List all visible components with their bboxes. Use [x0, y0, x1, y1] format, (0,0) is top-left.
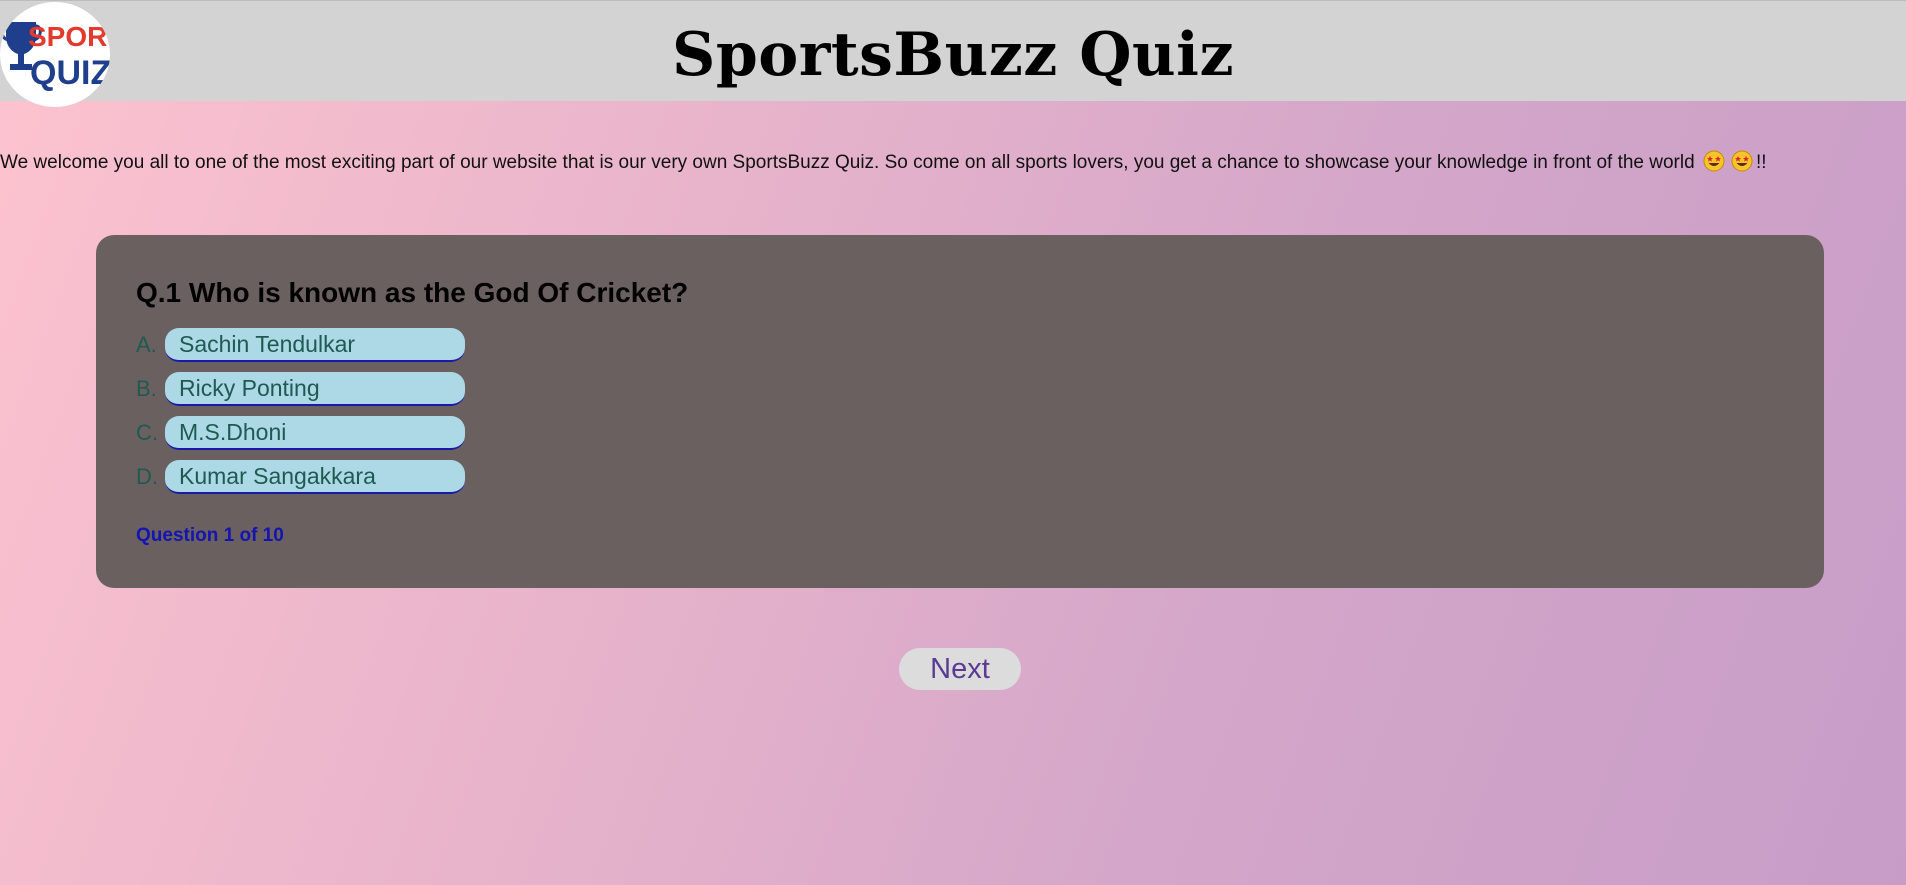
star-struck-emoji-icon — [1731, 150, 1753, 172]
site-header: SPORTS QUIZ SportsBuzz Quiz — [0, 0, 1906, 107]
option-letter: B. — [136, 376, 157, 401]
welcome-suffix: !! — [1755, 152, 1767, 173]
option-row-d: D. Kumar Sangakkara — [136, 460, 465, 494]
welcome-message: We welcome you all to one of the most ex… — [0, 150, 1906, 176]
option-row-a: A. Sachin Tendulkar — [136, 328, 465, 362]
option-row-c: C. M.S.Dhoni — [136, 416, 465, 450]
next-button[interactable]: Next — [899, 648, 1021, 690]
option-letter: D. — [136, 464, 158, 489]
page-title: SportsBuzz Quiz — [671, 20, 1235, 90]
question-text: Q.1 Who is known as the God Of Cricket? — [136, 277, 689, 308]
quiz-card: Q.1 Who is known as the God Of Cricket? … — [96, 235, 1824, 588]
option-letter: A. — [136, 332, 157, 357]
star-struck-emoji-icon — [1703, 150, 1725, 172]
option-row-b: B. Ricky Ponting — [136, 372, 465, 406]
option-b-button[interactable]: Ricky Ponting — [165, 372, 465, 406]
option-d-button[interactable]: Kumar Sangakkara — [165, 460, 465, 494]
option-c-button[interactable]: M.S.Dhoni — [165, 416, 465, 450]
question-progress: Question 1 of 10 — [136, 525, 284, 546]
option-a-button[interactable]: Sachin Tendulkar — [165, 328, 465, 362]
option-letter: C. — [136, 420, 158, 445]
welcome-text: We welcome you all to one of the most ex… — [0, 152, 1695, 173]
